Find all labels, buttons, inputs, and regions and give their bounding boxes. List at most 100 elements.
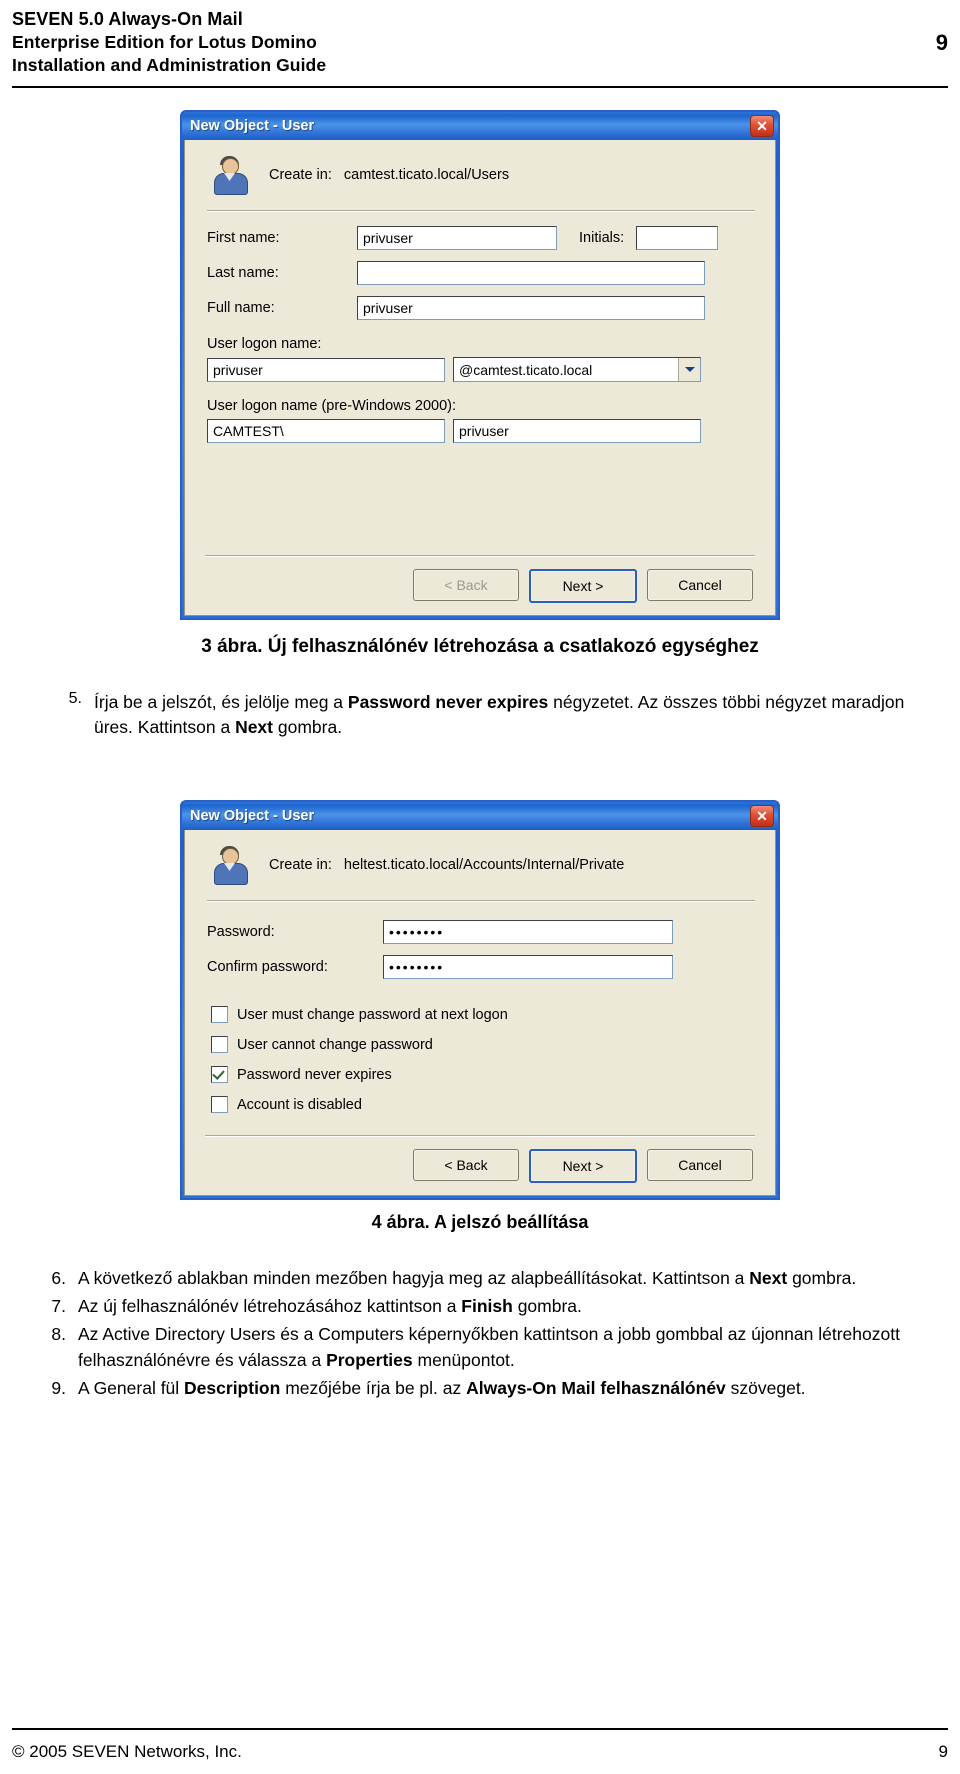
chevron-down-icon[interactable]: [678, 358, 700, 381]
header-page-number: 9: [935, 30, 948, 55]
figure-3-caption: 3 ábra. Új felhasználónév létrehozása a …: [201, 636, 759, 657]
cancel-button[interactable]: Cancel: [647, 1149, 753, 1181]
step-5-bold-1: Password never expires: [347, 692, 549, 712]
step-6-seg-1: Next: [749, 1268, 788, 1288]
checkbox-row[interactable]: Password never expires: [211, 1066, 753, 1083]
back-button[interactable]: < Back: [413, 569, 519, 601]
close-icon[interactable]: ✕: [750, 115, 774, 137]
dialog1-footer: < Back Next > Cancel: [185, 555, 775, 615]
step-6-seg-2: gombra.: [787, 1268, 857, 1288]
full-name-input[interactable]: privuser: [357, 296, 705, 320]
step-5: 5. Írja be a jelszót, és jelölje meg a P…: [60, 690, 918, 742]
first-name-label: First name:: [207, 230, 280, 246]
step-5-bold-2: Next: [235, 717, 273, 737]
password-options-list: User must change password at next logon …: [185, 990, 775, 1113]
user-icon: [209, 844, 251, 886]
header-line-2: Enterprise Edition for Lotus Domino: [12, 32, 317, 52]
next-button[interactable]: Next >: [529, 569, 637, 603]
step-9-seg-4: szöveget.: [725, 1378, 806, 1398]
step-6: 6. A következő ablakban minden mezőben h…: [44, 1265, 920, 1291]
checkbox-label: User cannot change password: [237, 1036, 433, 1053]
step-7-number: 7.: [51, 1296, 66, 1316]
page-header: SEVEN 5.0 Always-On Mail Enterprise Edit…: [12, 8, 948, 77]
checkbox-row[interactable]: Account is disabled: [211, 1096, 753, 1113]
step-6-seg-0: A következő ablakban minden mezőben hagy…: [78, 1268, 750, 1288]
last-name-input[interactable]: [357, 261, 705, 285]
logon-name-row: privuser @camtest.ticato.local: [207, 357, 753, 382]
confirm-password-row: Confirm password: ••••••••: [207, 955, 753, 979]
first-name-row: First name: privuser Initials:: [207, 226, 753, 250]
checkbox-label: Password never expires: [237, 1066, 392, 1083]
step-8-text: Az Active Directory Users és a Computers…: [78, 1321, 920, 1373]
step-7-seg-0: Az új felhasználónév létrehozásához katt…: [78, 1296, 462, 1316]
step-8-seg-1: Properties: [326, 1350, 413, 1370]
steps-list: 6. A következő ablakban minden mezőben h…: [44, 1265, 920, 1403]
checkbox-row[interactable]: User cannot change password: [211, 1036, 753, 1053]
document-page: SEVEN 5.0 Always-On Mail Enterprise Edit…: [0, 0, 960, 1774]
dialog2-form: Password: •••••••• Confirm password: •••…: [185, 902, 775, 979]
step-8-seg-2: menüpontot.: [412, 1350, 515, 1370]
new-object-user-dialog-1: New Object - User ✕ Create in: camtest.t…: [180, 110, 780, 620]
step-7-seg-2: gombra.: [512, 1296, 582, 1316]
header-divider: [12, 86, 948, 88]
dialog2-titlebar: New Object - User ✕: [182, 802, 778, 830]
back-button[interactable]: < Back: [413, 1149, 519, 1181]
step-9: 9. A General fül Description mezőjébe ír…: [44, 1375, 920, 1401]
initials-label: Initials:: [579, 230, 625, 246]
password-input[interactable]: ••••••••: [383, 920, 673, 944]
password-label: Password:: [207, 924, 275, 940]
step-8: 8. Az Active Directory Users és a Comput…: [44, 1321, 920, 1373]
initials-input[interactable]: [636, 226, 719, 250]
close-icon[interactable]: ✕: [750, 805, 774, 827]
checkbox-label: User must change password at next logon: [237, 1006, 508, 1023]
pre2000-name-input[interactable]: privuser: [453, 419, 701, 443]
step-8-number: 8.: [51, 1324, 66, 1344]
page-footer: © 2005 SEVEN Networks, Inc. 9: [12, 1742, 948, 1762]
step-7-seg-1: Finish: [461, 1296, 513, 1316]
pre2000-domain-input[interactable]: CAMTEST\: [207, 419, 445, 443]
full-name-label: Full name:: [207, 300, 275, 316]
dialog1-form: First name: privuser Initials: Last name…: [185, 212, 775, 443]
dialog2-body: Create in: heltest.ticato.local/Accounts…: [184, 830, 776, 1196]
last-name-label: Last name:: [207, 265, 279, 281]
next-button[interactable]: Next >: [529, 1149, 637, 1183]
dialog2-button-row: < Back Next > Cancel: [185, 1137, 775, 1195]
step-7: 7. Az új felhasználónév létrehozásához k…: [44, 1293, 920, 1319]
step-6-number: 6.: [51, 1268, 66, 1288]
create-in-label: Create in:: [269, 857, 332, 873]
cancel-button[interactable]: Cancel: [647, 569, 753, 601]
pre2000-label: User logon name (pre-Windows 2000):: [207, 398, 457, 414]
footer-copyright: © 2005 SEVEN Networks, Inc.: [12, 1742, 242, 1761]
header-line-3: Installation and Administration Guide: [12, 55, 327, 75]
full-name-row: Full name: privuser: [207, 296, 753, 320]
logon-domain-select[interactable]: @camtest.ticato.local: [453, 357, 701, 382]
must-change-password-checkbox[interactable]: [211, 1006, 228, 1023]
password-row: Password: ••••••••: [207, 920, 753, 944]
step-9-seg-3: Always-On Mail felhasználónév: [466, 1378, 726, 1398]
header-line-1: SEVEN 5.0 Always-On Mail: [12, 9, 243, 29]
figure-4-caption: 4 ábra. A jelszó beállítása: [371, 1212, 589, 1232]
confirm-password-input[interactable]: ••••••••: [383, 955, 673, 979]
dialog1-title: New Object - User: [190, 118, 315, 134]
logon-domain-value: @camtest.ticato.local: [459, 361, 593, 378]
step-5-number: 5.: [68, 690, 82, 707]
dialog2-create-in-row: Create in: heltest.ticato.local/Accounts…: [185, 830, 775, 896]
dialog1-button-row: < Back Next > Cancel: [185, 557, 775, 615]
create-in-value: camtest.ticato.local/Users: [343, 167, 510, 183]
step-7-text: Az új felhasználónév létrehozásához katt…: [78, 1293, 920, 1319]
step-9-seg-1: Description: [184, 1378, 281, 1398]
step-9-seg-2: mezőjébe írja be pl. az: [280, 1378, 467, 1398]
account-disabled-checkbox[interactable]: [211, 1096, 228, 1113]
first-name-input[interactable]: privuser: [357, 226, 557, 250]
dialog2-footer: < Back Next > Cancel: [185, 1135, 775, 1195]
user-icon: [209, 154, 251, 196]
dialog1-create-in-row: Create in: camtest.ticato.local/Users: [185, 140, 775, 206]
checkbox-row[interactable]: User must change password at next logon: [211, 1006, 753, 1023]
step-5-text-1: Írja be a jelszót, és jelölje meg a: [94, 692, 348, 712]
footer-page-number: 9: [938, 1742, 948, 1761]
logon-name-input[interactable]: privuser: [207, 357, 445, 382]
cannot-change-password-checkbox[interactable]: [211, 1036, 228, 1053]
dialog1-body: Create in: camtest.ticato.local/Users Fi…: [184, 140, 776, 616]
step-9-seg-0: A General fül: [78, 1378, 185, 1398]
password-never-expires-checkbox[interactable]: [211, 1066, 228, 1083]
